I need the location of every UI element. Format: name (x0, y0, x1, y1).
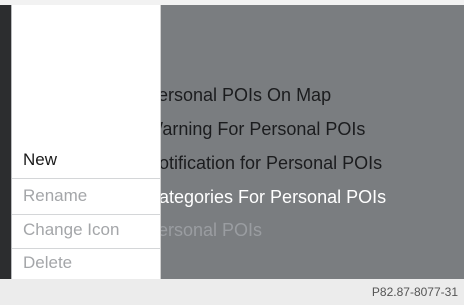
list-item-notification-for-personal-pois[interactable]: Notification for Personal POIs (146, 148, 382, 178)
list-item-categories-for-personal-pois[interactable]: Categories For Personal POIs (146, 182, 386, 212)
list-item-personal-pois-on-map[interactable]: Personal POIs On Map (146, 80, 331, 110)
menu-item-delete[interactable]: Delete (12, 248, 160, 278)
menu-item-rename[interactable]: Rename (12, 181, 160, 211)
context-menu: New Rename Change Icon Delete (12, 5, 160, 279)
menu-item-change-icon[interactable]: Change Icon (12, 215, 160, 245)
menu-item-new[interactable]: New (12, 145, 160, 175)
menu-divider (12, 178, 160, 179)
figure-reference-code: P82.87-8077-31 (371, 285, 458, 299)
caption-bar: P82.87-8077-31 (0, 279, 464, 305)
list-item-warning-for-personal-pois[interactable]: Warning For Personal POIs (146, 114, 365, 144)
left-edge-strip (0, 5, 11, 279)
display-screen: Personal POIs On Map Warning For Persona… (0, 0, 464, 279)
list-item-personal-pois[interactable]: Personal POIs (146, 215, 262, 245)
